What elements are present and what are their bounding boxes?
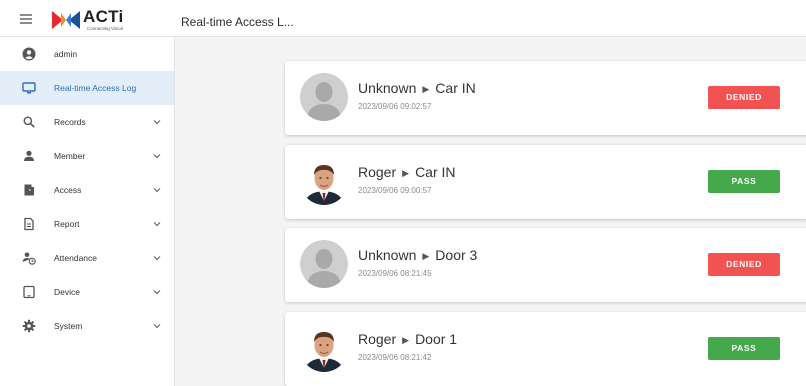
access-log-list: Unknown ▶ Car IN 2023/09/06 09:02:57 DENIE… [176, 37, 806, 386]
person-name: Roger [358, 331, 397, 347]
gear-icon [22, 319, 36, 333]
chevron-down-icon[interactable] [152, 219, 162, 229]
menu-icon[interactable] [16, 11, 38, 27]
door-icon [24, 184, 34, 196]
event-name: Door 1 [415, 331, 458, 347]
chevron-down-icon[interactable] [152, 185, 162, 195]
sidebar-item-label: admin [54, 49, 78, 59]
event-name: Door 3 [435, 247, 478, 263]
sidebar-item-access[interactable]: Access [0, 173, 174, 207]
person-icon [24, 150, 34, 161]
sidebar-item-attendance[interactable]: Attendance [0, 241, 174, 275]
person-name: Roger [358, 164, 397, 180]
acti-logo[interactable]: ACTi Connecting Vision [52, 7, 128, 33]
person-photo-avatar [300, 324, 348, 372]
sidebar-item-label: Report [54, 219, 80, 229]
log-timestamp: 2023/09/06 09:00:57 [358, 186, 432, 195]
unknown-person-avatar [300, 73, 348, 121]
arrow-right-icon: ▶ [422, 84, 430, 94]
arrow-right-icon: ▶ [402, 168, 410, 178]
sidebar-item-device[interactable]: Device [0, 275, 174, 309]
status-badge: DENIED [708, 253, 780, 276]
person-clock-icon [22, 252, 36, 265]
tablet-icon [23, 285, 35, 299]
access-log-card[interactable]: Roger ▶ Car IN 2023/09/06 09:00:57 PASS [285, 145, 806, 219]
chevron-down-icon[interactable] [152, 253, 162, 263]
event-name: Car IN [415, 164, 456, 180]
chevron-down-icon[interactable] [152, 117, 162, 127]
page-title: Real-time Access L... [181, 15, 294, 29]
logo-text: ACTi [83, 7, 124, 26]
person-name: Unknown [358, 247, 417, 263]
sidebar-item-report[interactable]: Report [0, 207, 174, 241]
sidebar-item-label: Device [54, 287, 80, 297]
sidebar: admin Real-time Access Log Records Membe… [0, 37, 175, 386]
arrow-right-icon: ▶ [422, 251, 430, 261]
sidebar-item-realtime-access-log[interactable]: Real-time Access Log [0, 71, 174, 105]
sidebar-item-label: System [54, 321, 83, 331]
chevron-down-icon[interactable] [152, 287, 162, 297]
access-log-card[interactable]: Roger ▶ Door 1 2023/09/06 08:21:42 PASS [285, 312, 806, 386]
log-timestamp: 2023/09/06 09:02:57 [358, 102, 432, 111]
top-bar: ACTi Connecting Vision Real-time Access … [0, 0, 806, 37]
sidebar-item-label: Member [54, 151, 86, 161]
sidebar-item-records[interactable]: Records [0, 105, 174, 139]
status-badge: PASS [708, 337, 780, 360]
status-badge: DENIED [708, 86, 780, 109]
event-name: Car IN [435, 80, 476, 96]
log-entry-title: Unknown ▶ Door 3 [358, 247, 477, 263]
log-entry-title: Unknown ▶ Car IN [358, 80, 476, 96]
unknown-person-avatar [300, 240, 348, 288]
log-timestamp: 2023/09/06 08:21:45 [358, 269, 432, 278]
access-log-card[interactable]: Unknown ▶ Door 3 2023/09/06 08:21:45 DENIE… [285, 228, 806, 302]
document-icon [24, 217, 34, 231]
chevron-down-icon[interactable] [152, 321, 162, 331]
sidebar-item-admin[interactable]: admin [0, 37, 174, 71]
chevron-down-icon[interactable] [152, 151, 162, 161]
sidebar-item-label: Real-time Access Log [54, 83, 137, 93]
logo-mark-icon [52, 11, 80, 29]
logo-tagline: Connecting Vision [87, 26, 124, 31]
sidebar-item-label: Access [54, 185, 82, 195]
access-log-card[interactable]: Unknown ▶ Car IN 2023/09/06 09:02:57 DENIE… [285, 61, 806, 135]
sidebar-item-label: Records [54, 117, 86, 127]
log-timestamp: 2023/09/06 08:21:42 [358, 353, 432, 362]
sidebar-item-label: Attendance [54, 253, 98, 263]
monitor-icon [22, 82, 36, 94]
account-circle-icon [22, 47, 36, 61]
search-icon [23, 116, 35, 128]
sidebar-item-member[interactable]: Member [0, 139, 174, 173]
sidebar-item-system[interactable]: System [0, 309, 174, 343]
log-entry-title: Roger ▶ Car IN [358, 164, 456, 180]
person-name: Unknown [358, 80, 417, 96]
arrow-right-icon: ▶ [402, 335, 410, 345]
person-photo-avatar [300, 157, 348, 205]
log-entry-title: Roger ▶ Door 1 [358, 331, 457, 347]
status-badge: PASS [708, 170, 780, 193]
